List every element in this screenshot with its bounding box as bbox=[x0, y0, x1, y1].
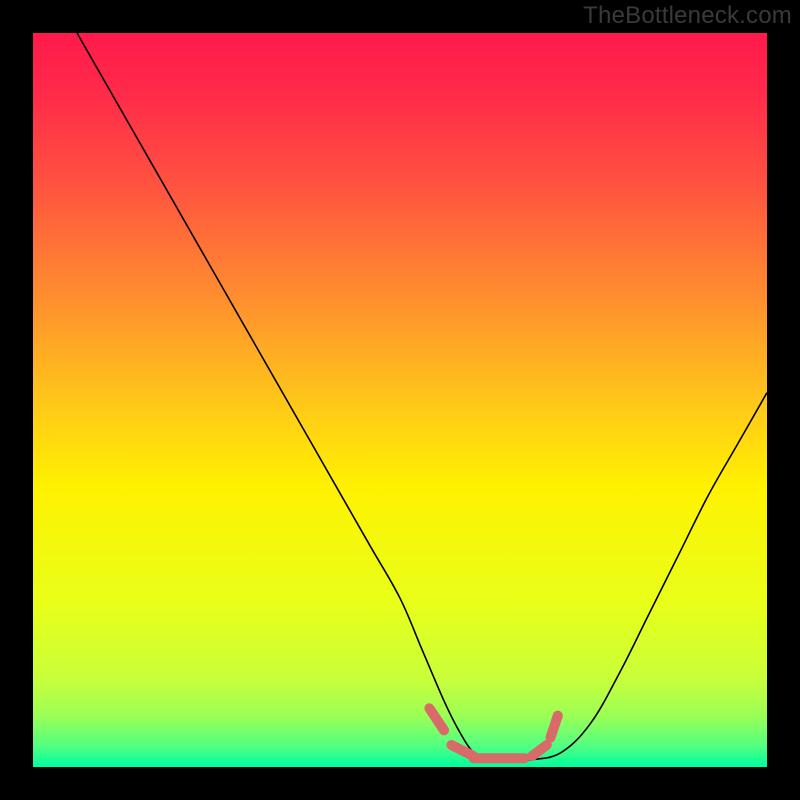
valley-band-segment bbox=[550, 716, 557, 738]
plot-area bbox=[33, 33, 767, 767]
watermark-label: TheBottleneck.com bbox=[583, 2, 792, 30]
gradient-background bbox=[33, 33, 767, 767]
plot-svg bbox=[33, 33, 767, 767]
chart-frame: TheBottleneck.com bbox=[0, 0, 800, 800]
